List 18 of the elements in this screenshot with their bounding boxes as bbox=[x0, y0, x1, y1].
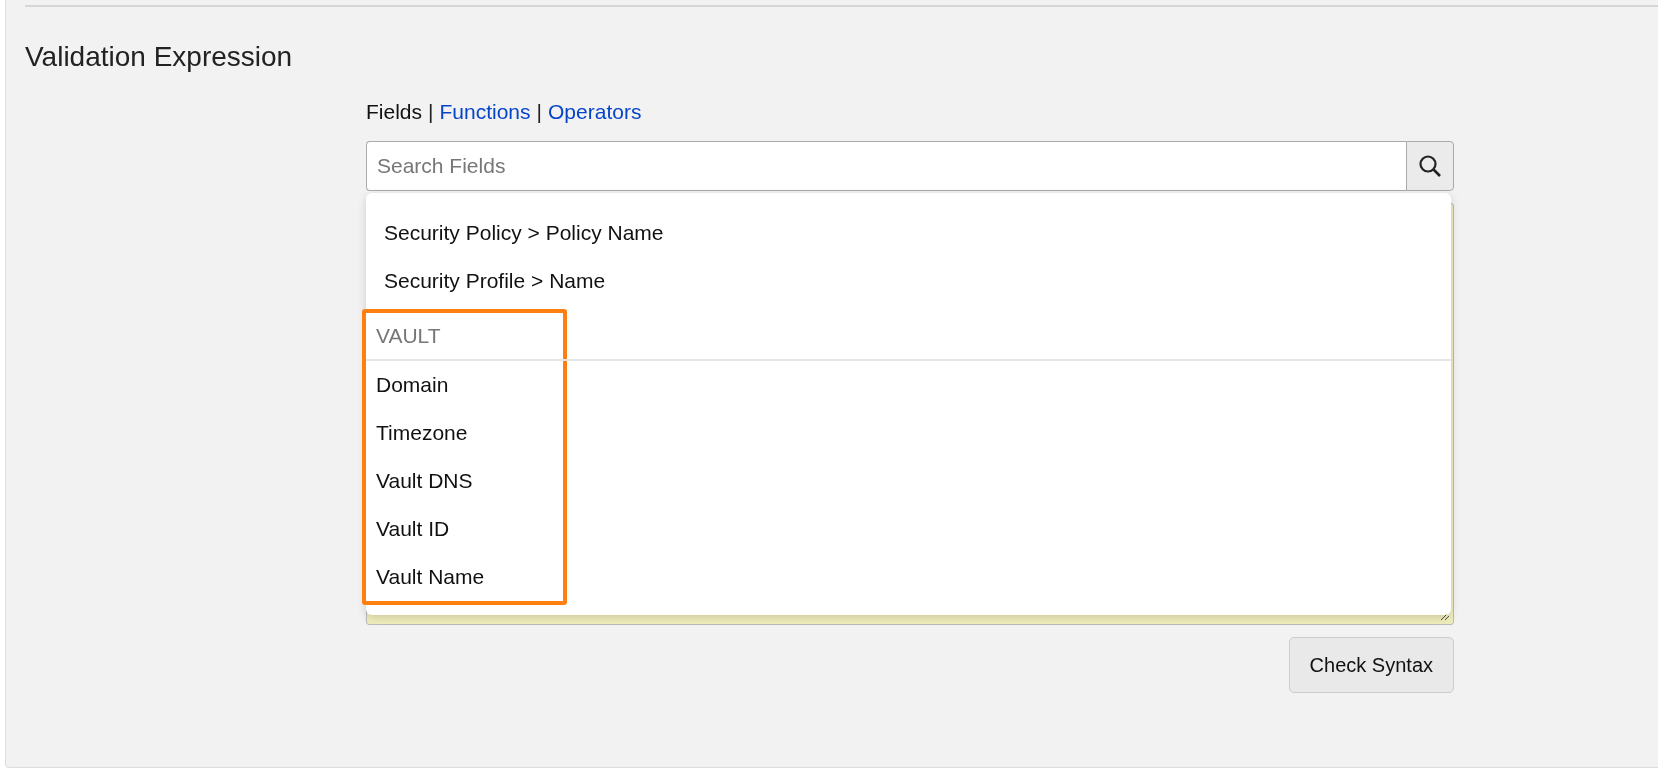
tab-link[interactable]: Operators bbox=[548, 95, 642, 128]
dropdown-item[interactable]: Vault DNS bbox=[366, 457, 563, 506]
dropdown-item[interactable]: Domain bbox=[366, 361, 563, 410]
dropdown-item[interactable]: Security Policy > Policy Name bbox=[370, 209, 1447, 258]
dropdown-item[interactable]: Vault Name bbox=[366, 553, 563, 602]
separator: | bbox=[536, 98, 542, 125]
dropdown-item[interactable]: Vault ID bbox=[366, 505, 563, 554]
dropdown-item[interactable]: Security Profile > Name bbox=[370, 257, 1447, 306]
tab-link[interactable]: Fields bbox=[366, 95, 423, 128]
section-title: Validation Expression bbox=[25, 40, 294, 74]
tab-link[interactable]: Functions bbox=[439, 95, 531, 128]
search-icon bbox=[1418, 154, 1442, 179]
group-header: VAULT bbox=[366, 313, 1451, 362]
search-field[interactable]: Search Fields bbox=[366, 141, 1406, 192]
search-button[interactable] bbox=[1406, 141, 1454, 192]
check-syntax-button[interactable]: Check Syntax bbox=[1288, 637, 1454, 694]
dropdown-item[interactable]: Timezone bbox=[366, 409, 563, 458]
separator: | bbox=[428, 98, 434, 125]
